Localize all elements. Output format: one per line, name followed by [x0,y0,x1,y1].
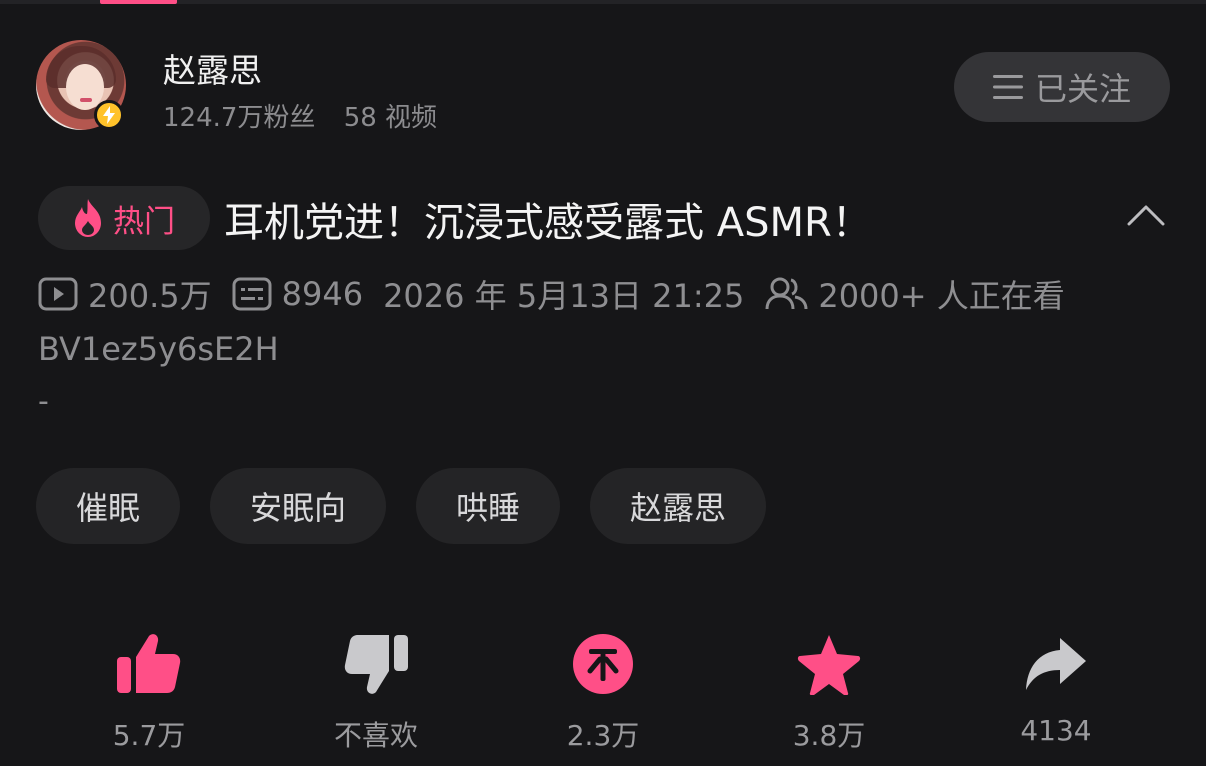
like-count: 5.7万 [112,719,186,752]
hot-label: 热门 [113,203,175,240]
coin-count: 2.3万 [566,719,640,752]
tag-chip[interactable]: 安眠向 [210,468,387,544]
verified-lightning-icon [94,100,124,130]
uploader-stats: 124.7万粉丝 58 视频 [163,97,457,134]
tag-chip[interactable]: 赵露思 [590,468,767,544]
play-count-icon [38,277,78,311]
video-meta: 200.5万 8946 2026 年 5月13日 21:25 2000+ 人正在… [38,272,1085,316]
coin-icon [573,634,633,694]
danmaku-icon [232,277,272,311]
like-button[interactable]: 5.7万 [79,624,219,754]
video-count: 58 视频 [343,103,438,133]
share-button[interactable]: 4134 [986,624,1126,747]
share-arrow-icon [1026,638,1086,690]
favorite-button[interactable]: 3.8万 [759,624,899,754]
tag-chip[interactable]: 哄睡 [416,468,561,544]
tab-indicator [100,0,177,4]
bvid: BV1ez5y6sE2H [38,330,279,368]
uploader-name[interactable]: 赵露思 [163,44,262,92]
viewers-icon [765,277,808,310]
watching-count: 2000+ 人正在看 [818,277,1065,315]
menu-icon [992,75,1023,99]
video-title: 耳机党进！沉浸式感受露式 ASMR！ [224,200,872,246]
view-count: 200.5万 [88,277,212,315]
share-count: 4134 [1020,714,1092,747]
publish-time: 2026 年 5月13日 21:25 [383,277,745,315]
thumbs-down-icon [344,635,408,694]
top-divider [0,0,1206,4]
coin-button[interactable]: 2.3万 [533,624,673,754]
star-icon [797,635,861,695]
followed-button[interactable]: 已关注 [954,52,1170,122]
video-description: - [38,384,49,419]
dislike-label: 不喜欢 [333,719,418,752]
tag-chip[interactable]: 催眠 [36,468,181,544]
chevron-up-icon[interactable] [1126,200,1166,228]
danmaku-count: 8946 [281,275,364,313]
favorite-count: 3.8万 [792,719,866,752]
followed-label: 已关注 [1034,70,1131,108]
tag-list: 催眠 安眠向 哄睡 赵露思 [36,468,767,544]
follower-count: 124.7万粉丝 [163,103,316,133]
dislike-button[interactable]: 不喜欢 [306,624,446,754]
hot-tag[interactable]: 热门 [38,186,210,250]
thumbs-up-icon [117,634,181,693]
flame-icon [75,199,101,237]
